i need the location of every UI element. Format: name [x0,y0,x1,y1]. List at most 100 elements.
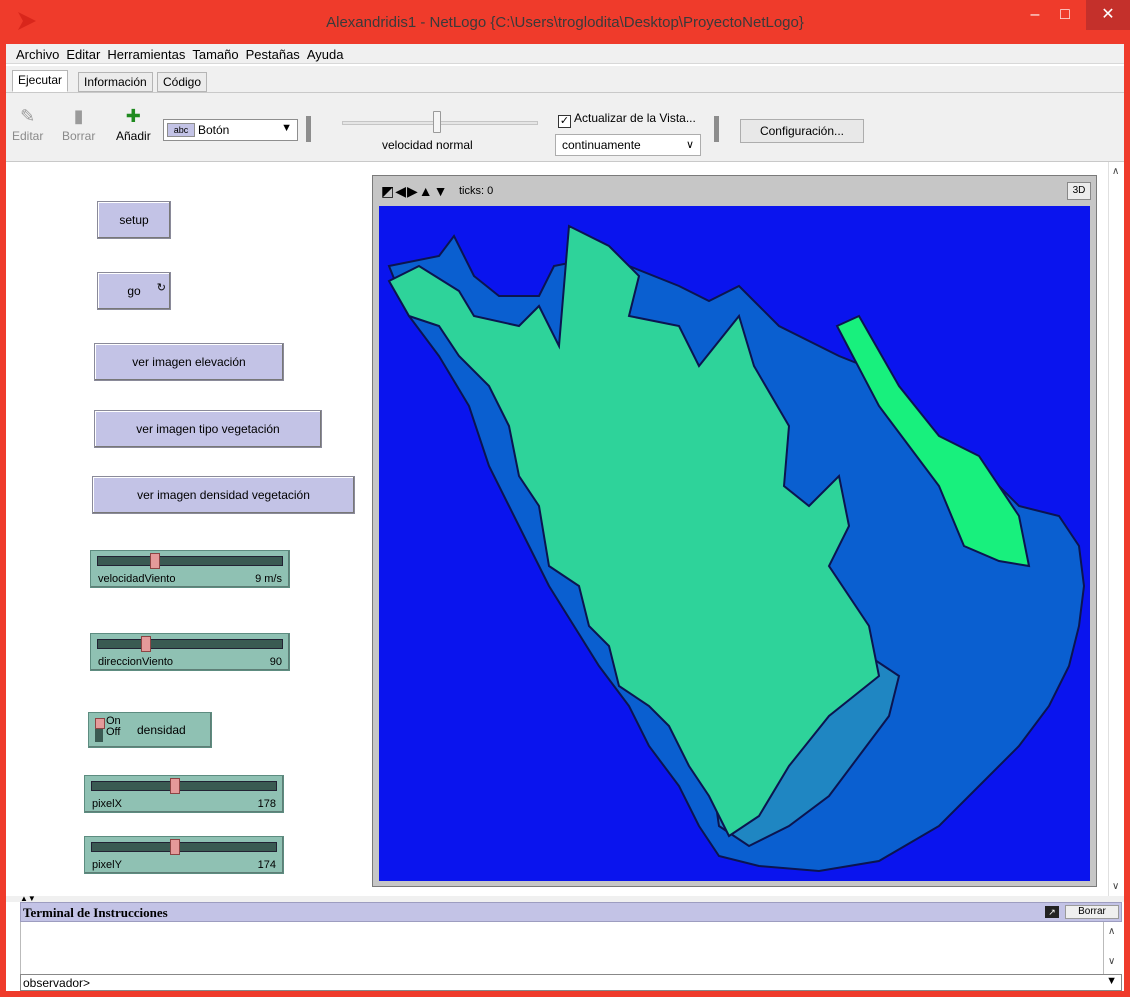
slider-track [91,781,277,791]
add-tool[interactable]: ✚ Añadir [116,103,151,143]
edit-tool[interactable]: ✎ Editar [12,103,43,143]
interface-toolbar: ✎ Editar ▮ Borrar ✚ Añadir abc Botón ▼ v… [6,92,1124,162]
velocidad-viento-slider[interactable]: velocidadViento 9 m/s [90,550,290,588]
tab-bar: Ejecutar Información Código [6,66,1124,92]
delete-label: Borrar [62,129,96,143]
slider-name: pixelY [92,859,122,871]
setup-button[interactable]: setup [97,201,171,239]
pixelx-slider[interactable]: pixelX 178 [84,775,284,813]
scroll-down-icon[interactable]: ∨ [1112,881,1119,892]
world-wrap-icons[interactable]: ◩◀▶▲▼ [381,183,448,200]
expand-icon[interactable]: ↗ [1045,906,1059,918]
slider-thumb[interactable] [141,636,151,652]
slider-track [97,639,283,649]
slider-name: velocidadViento [98,573,176,585]
clear-button[interactable]: Borrar [1065,905,1119,919]
update-view-label: Actualizar de la Vista... [574,111,696,125]
settings-button[interactable]: Configuración... [740,119,864,143]
command-output [20,922,1104,974]
world-view: ◩◀▶▲▼ ticks: 0 3D [372,175,1097,887]
minimize-button[interactable]: – [1018,0,1052,30]
add-label: Añadir [116,129,151,143]
widget-type-select[interactable]: abc Botón ▼ [163,119,298,141]
go-button-label: go [127,284,141,298]
maximize-button[interactable]: □ [1048,0,1082,30]
slider-thumb[interactable] [149,553,160,569]
toolbar-separator [714,116,719,142]
ver-imagen-elevacion-button[interactable]: ver imagen elevación [94,343,284,381]
title-bar: Alexandridis1 - NetLogo {C:\Users\troglo… [0,0,1130,44]
tab-informacion[interactable]: Información [78,72,153,92]
slider-name: direccionViento [98,656,174,668]
scroll-up-icon[interactable]: ∧ [1112,166,1119,177]
slider-value: 90 [269,656,282,668]
menu-bar: Archivo Editar Herramientas Tamaño Pestañas A… [6,44,1124,64]
ver-imagen-tipo-vegetacion-label: ver imagen tipo vegetación [136,422,280,436]
densidad-switch[interactable]: On Off densidad [88,712,212,748]
chevron-down-icon: ∨ [685,139,694,151]
menu-herramientas[interactable]: Herramientas [103,44,188,62]
menu-archivo[interactable]: Archivo [6,44,62,62]
agent-context-select[interactable]: observador> [21,975,92,991]
scroll-up-icon[interactable]: ∧ [1108,926,1115,937]
output-scrollbar[interactable]: ∧ ∨ [1104,922,1122,974]
scroll-down-icon[interactable]: ∨ [1108,956,1115,967]
slider-track [97,556,283,566]
ver-imagen-elevacion-label: ver imagen elevación [132,355,246,369]
ver-imagen-densidad-vegetacion-label: ver imagen densidad vegetación [137,488,310,502]
interface-scrollbar[interactable]: ∧ ∨ [1108,162,1124,896]
direccion-viento-slider[interactable]: direccionViento 90 [90,633,290,671]
menu-editar[interactable]: Editar [62,44,103,62]
ver-imagen-tipo-vegetacion-button[interactable]: ver imagen tipo vegetación [94,410,322,448]
history-dropdown-icon[interactable]: ▼ [1106,975,1117,987]
ticks-counter: ticks: 0 [459,185,494,197]
trash-icon: ▮ [73,106,84,126]
pencil-icon: ✎ [20,106,36,126]
3d-view-button[interactable]: 3D [1067,182,1091,200]
slider-track [91,842,277,852]
plus-icon: ✚ [125,106,141,126]
window-frame-right [1124,44,1130,997]
slider-value: 174 [257,859,276,871]
widget-type-value: Botón [198,123,230,137]
update-view-toggle[interactable]: ✓ Actualizar de la Vista... [558,111,696,128]
world-canvas[interactable] [379,206,1090,881]
pixely-slider[interactable]: pixelY 174 [84,836,284,874]
tab-ejecutar[interactable]: Ejecutar [12,70,69,92]
close-button[interactable]: ✕ [1086,0,1130,30]
vegetation-map [387,224,1086,873]
menu-ayuda[interactable]: Ayuda [303,44,347,62]
checkmark-icon[interactable]: ✓ [558,115,571,128]
menu-tamano[interactable]: Tamaño [188,44,241,62]
ver-imagen-densidad-vegetacion-button[interactable]: ver imagen densidad vegetación [92,476,355,514]
switch-knob[interactable] [95,718,105,742]
slider-thumb[interactable] [170,778,181,794]
command-center-title: Terminal de Instrucciones [23,905,168,920]
tab-codigo[interactable]: Código [157,72,208,92]
edit-label: Editar [12,129,44,143]
update-mode-value: continuamente [562,138,641,152]
speed-slider-thumb[interactable] [433,111,442,133]
switch-name: densidad [137,723,186,737]
switch-onoff-label: On Off [106,715,121,738]
menu-pestanas[interactable]: Pestañas [242,44,303,62]
slider-thumb[interactable] [170,839,181,855]
view-header: ◩◀▶▲▼ ticks: 0 3D [373,176,1096,206]
window-frame-bottom [0,991,1130,997]
delete-tool[interactable]: ▮ Borrar [62,103,95,143]
window-title: Alexandridis1 - NetLogo {C:\Users\troglo… [326,14,804,31]
setup-button-label: setup [119,213,149,227]
slider-value: 178 [257,798,276,810]
button-widget-icon: abc [167,123,195,137]
map-region-light [387,224,881,838]
command-center-header: Terminal de Instrucciones ↗ Borrar [20,902,1122,922]
command-input-row: observador> ▼ [20,974,1122,991]
slider-value: 9 m/s [255,573,282,585]
command-input[interactable] [97,975,1103,990]
go-button[interactable]: go ↻ [97,272,171,310]
speed-label: velocidad normal [382,138,473,152]
slider-name: pixelX [92,798,122,810]
toolbar-separator [306,116,311,142]
forever-loop-icon: ↻ [156,282,166,294]
update-mode-select[interactable]: continuamente ∨ [555,134,701,156]
